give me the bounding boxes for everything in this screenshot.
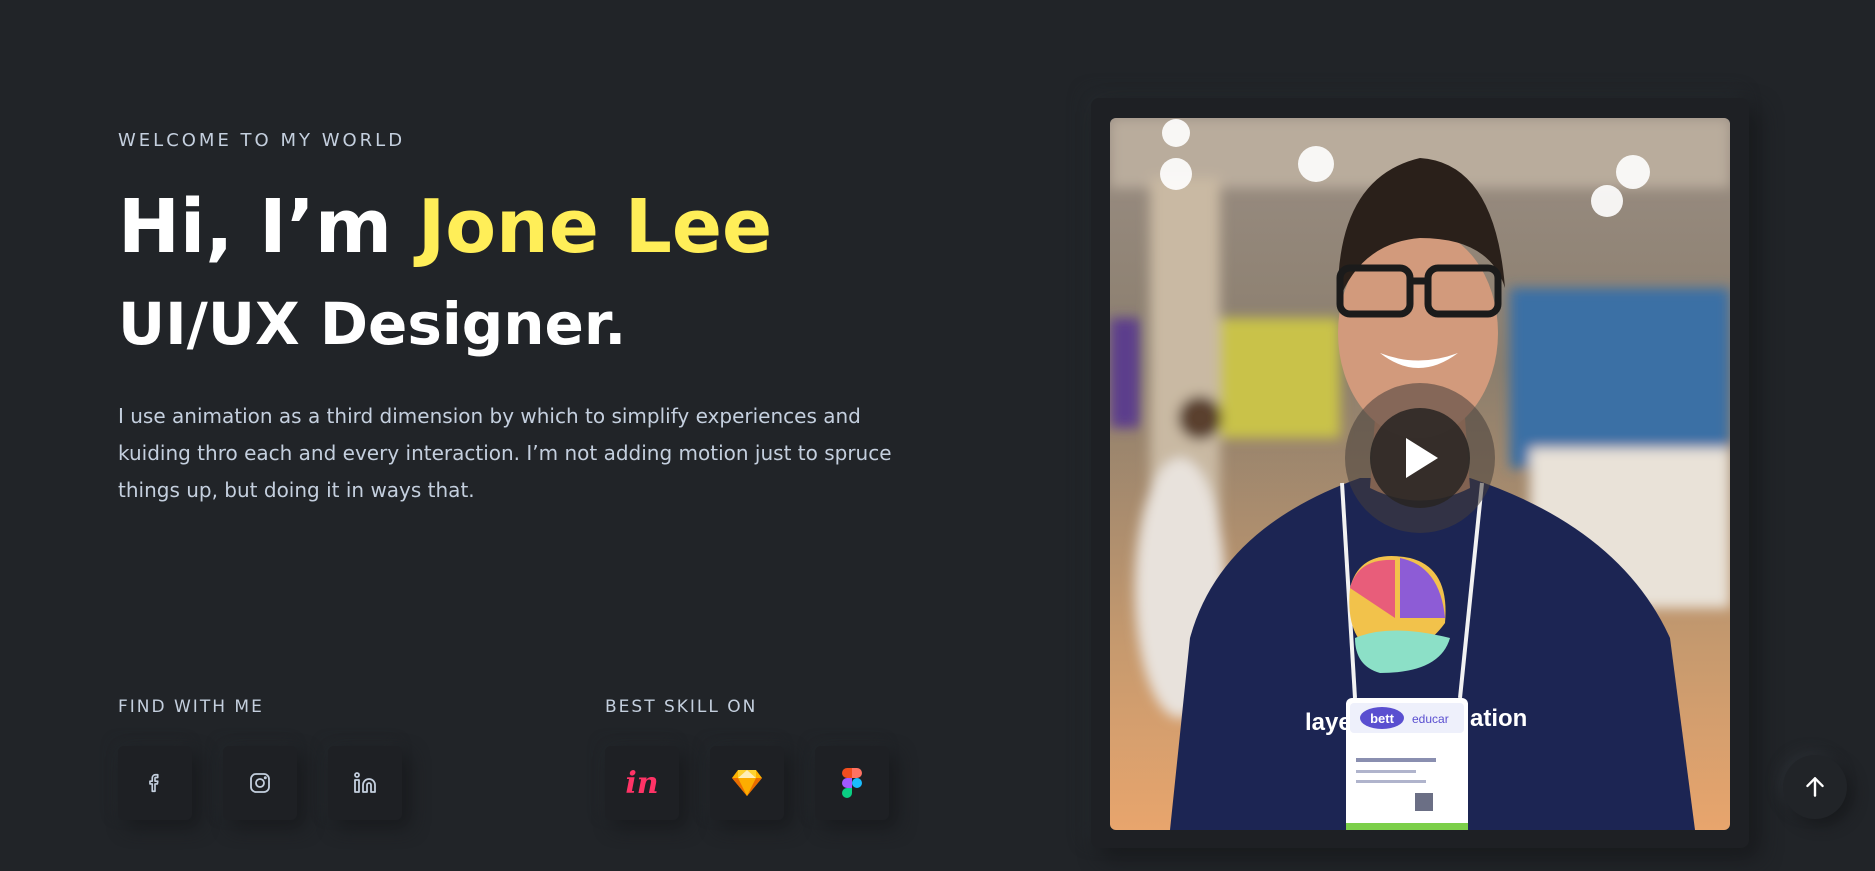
shirt-text-right: ation — [1470, 705, 1527, 732]
hero-bio: I use animation as a third dimension by … — [118, 404, 892, 502]
hero-role: UI/UX Designer. — [118, 290, 627, 358]
hero-headline: Hi, I’m Jone Lee — [118, 182, 772, 272]
shirt-text-left: laye — [1305, 709, 1352, 736]
hero-name: Jone Lee — [417, 184, 773, 270]
facebook-icon — [149, 773, 159, 793]
play-icon — [1406, 438, 1438, 478]
figma-skill[interactable] — [815, 746, 889, 820]
instagram-button[interactable] — [223, 746, 297, 820]
instagram-icon — [250, 773, 270, 793]
invision-icon: in — [625, 765, 659, 801]
invision-skill[interactable]: in — [605, 746, 679, 820]
find-with-me-label: FIND WITH ME — [118, 697, 264, 717]
best-skill-label: BEST SKILL ON — [605, 697, 758, 717]
play-video-button[interactable] — [1370, 408, 1470, 508]
badge-event-text: educar — [1412, 712, 1449, 726]
figma-icon — [842, 768, 862, 798]
welcome-text: WELCOME TO MY WORLD — [118, 130, 406, 151]
greeting-text: Hi, I’m — [118, 184, 418, 270]
badge-logo-text: bett — [1370, 711, 1395, 726]
linkedin-button[interactable] — [328, 746, 402, 820]
scroll-to-top-button[interactable] — [1783, 755, 1847, 819]
arrow-up-icon — [1806, 777, 1824, 797]
sketch-skill[interactable] — [710, 746, 784, 820]
linkedin-icon — [354, 772, 376, 793]
sketch-icon — [732, 770, 762, 796]
facebook-button[interactable] — [118, 746, 192, 820]
